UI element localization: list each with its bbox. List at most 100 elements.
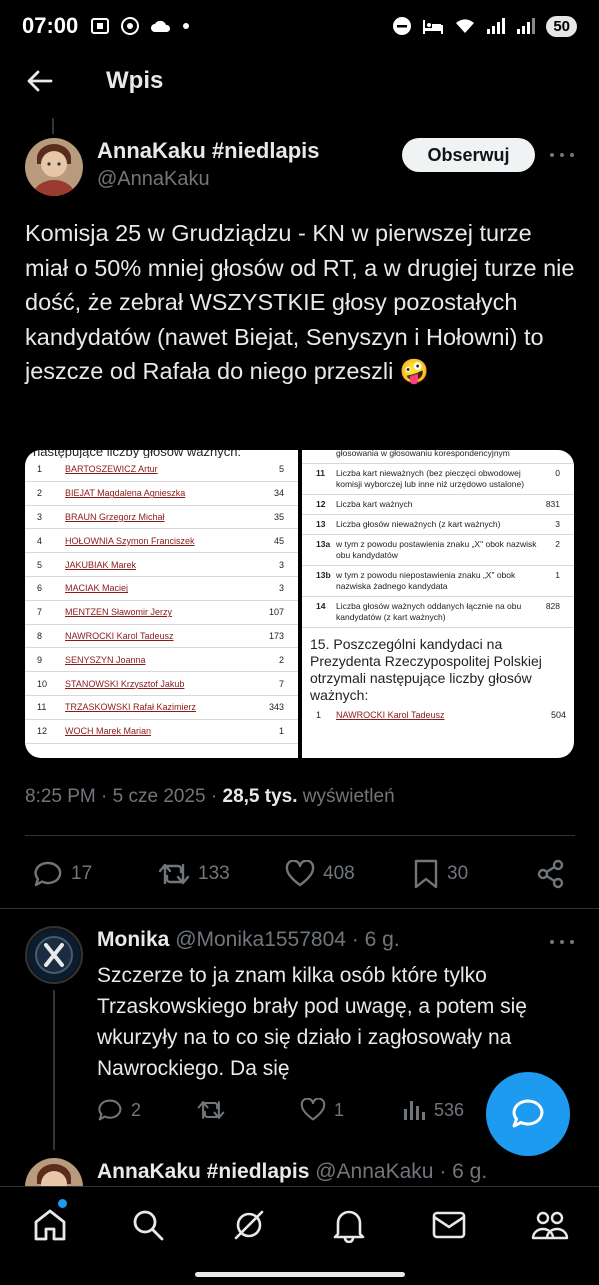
tweet-text: Komisja 25 w Grudziądzu - KN w pierwszej…: [25, 220, 575, 384]
candidate-num: 5: [37, 559, 43, 570]
stat-row: 13b w tym z powodu niepostawienia znaku „…: [302, 566, 574, 597]
stat-val: 1: [555, 570, 560, 580]
reply-more-options-icon[interactable]: [550, 937, 574, 947]
reply-author-handle[interactable]: @Monika1557804: [175, 928, 346, 951]
repost-icon: [197, 1101, 225, 1119]
system-home-indicator[interactable]: [195, 1272, 405, 1277]
repost-count: 133: [198, 863, 230, 884]
candidate-row: 12 WOCH Marek Marian 1: [25, 720, 298, 744]
reply-text: Szczerze to ja znam kilka osób które tyl…: [97, 964, 527, 1080]
divider: [0, 908, 599, 909]
back-button[interactable]: [20, 61, 60, 101]
reply-views-button[interactable]: 536: [402, 1092, 464, 1128]
candidate-num: 10: [37, 678, 48, 689]
cloud-icon: [151, 20, 171, 32]
bell-icon: [333, 1210, 365, 1243]
battery-badge: 50: [546, 15, 577, 37]
candidate-votes: 7: [278, 678, 284, 689]
candidate-name: BRAUN Grzegorz Michał: [65, 511, 165, 522]
home-icon: [34, 1209, 66, 1241]
next-reply-author-name[interactable]: AnnaKaku #niedlapis: [97, 1160, 309, 1183]
nav-grok[interactable]: [229, 1205, 269, 1245]
top-bar: Wpis: [0, 52, 599, 110]
share-button[interactable]: [537, 854, 565, 894]
candidate-name: MACIAK Maciej: [65, 583, 129, 594]
reply-reply-button[interactable]: 2: [97, 1092, 141, 1128]
nav-notifications[interactable]: [329, 1205, 369, 1245]
candidate-votes: 45: [273, 535, 284, 546]
nav-communities[interactable]: [530, 1205, 570, 1245]
mail-icon: [432, 1211, 466, 1239]
status-time: 07:00: [22, 13, 79, 38]
candidate-name: MENTZEN Sławomir Jerzy: [65, 607, 173, 618]
media-right-top-fragment: głosowania w głosowaniu korespondencyjny…: [336, 450, 510, 458]
heart-icon: [300, 1098, 326, 1121]
candidate-row: 11 TRZASKOWSKI Rafał Kazimierz 343: [25, 696, 298, 720]
like-button[interactable]: 408: [285, 854, 355, 894]
candidate-num: 1: [37, 464, 43, 475]
tweet-time: 8:25 PM: [25, 786, 96, 807]
bookmark-count: 30: [447, 863, 469, 884]
compose-reply-button[interactable]: [486, 1072, 570, 1156]
more-options-icon[interactable]: [550, 150, 574, 160]
author-avatar[interactable]: [25, 138, 83, 196]
candidate-row: 4 HOŁOWNIA Szymon Franciszek 45: [25, 529, 298, 554]
stat-val: 2: [555, 539, 560, 549]
candidate-num: 6: [37, 583, 43, 594]
candidate-votes: 35: [273, 511, 284, 522]
bookmark-icon: [414, 859, 438, 889]
reply-views-count: 536: [434, 1099, 465, 1120]
section-15-heading: 15. Poszczególni kandydaci na Prezydenta…: [310, 636, 542, 703]
search-icon: [133, 1210, 164, 1241]
candidate-row: 8 NAWROCKI Karol Tadeusz 173: [25, 625, 298, 649]
candidate-name: WOCH Marek Marian: [65, 726, 152, 737]
media-image-left[interactable]: następujące liczby głosów ważnych: 1 BART…: [25, 450, 298, 758]
home-notification-dot: [58, 1199, 67, 1208]
tweet-media[interactable]: następujące liczby głosów ważnych: 1 BART…: [25, 450, 574, 758]
views-label: wyświetleń: [302, 786, 395, 807]
candidate-name: BARTOSZEWICZ Artur: [65, 464, 158, 475]
dnd-icon: [393, 17, 412, 35]
candidate-name: HOŁOWNIA Szymon Franciszek: [65, 535, 195, 546]
nav-messages[interactable]: [429, 1205, 469, 1245]
nav-search[interactable]: [128, 1205, 168, 1245]
stat-row: 11 Liczba kart nieważnych (bez pieczęci o…: [302, 464, 574, 495]
reply-repost-button[interactable]: [197, 1092, 225, 1128]
candidate-num: 8: [37, 630, 43, 641]
candidate-name: TRZASKOWSKI Rafał Kazimierz: [65, 702, 197, 713]
stat-key: 13a: [316, 539, 331, 549]
stat-key: 13: [316, 519, 326, 529]
follow-button[interactable]: Obserwuj: [402, 138, 535, 172]
author-name[interactable]: AnnaKaku #niedlapis: [97, 138, 320, 164]
views-icon: [404, 1101, 425, 1120]
reply-button[interactable]: 17: [33, 854, 92, 894]
tweet-date: 5 cze 2025: [112, 786, 206, 807]
author-block: AnnaKaku #niedlapis @AnnaKaku: [97, 138, 320, 191]
reply-avatar[interactable]: [25, 926, 83, 984]
reply-bubble-icon: [512, 1099, 544, 1128]
repost-button[interactable]: 133: [158, 854, 230, 894]
stat-key: 13b: [316, 570, 331, 580]
candidate-name: BIEJAT Magdalena Agnieszka: [65, 488, 186, 499]
reply-author-name[interactable]: Monika: [97, 928, 169, 951]
bookmark-button[interactable]: 30: [413, 854, 468, 894]
stat-key: 12: [316, 499, 326, 509]
candidate-row: 6 MACIAK Maciej 3: [25, 577, 298, 601]
candidate-row: 5 JAKUBIAK Marek 3: [25, 553, 298, 577]
signal-icon-2: [517, 18, 536, 34]
reply-icon: [98, 1099, 122, 1121]
reply-like-button[interactable]: 1: [300, 1092, 344, 1128]
nav-home[interactable]: [30, 1205, 70, 1245]
candidate-name: NAWROCKI Karol Tadeusz: [65, 630, 174, 641]
candidate-row: 2 BIEJAT Magdalena Agnieszka 34: [25, 482, 298, 506]
thread-connector: [52, 118, 54, 134]
stat-desc: Liczba kart ważnych: [336, 499, 413, 509]
wifi-icon: [456, 19, 475, 33]
media-image-right[interactable]: głosowania w głosowaniu korespondencyjny…: [302, 450, 574, 758]
author-handle[interactable]: @AnnaKaku: [97, 168, 320, 191]
next-reply-author-handle[interactable]: @AnnaKaku: [315, 1160, 433, 1183]
page-title: Wpis: [106, 67, 164, 94]
candidate-votes: 343: [268, 702, 284, 713]
stat-val: 828: [545, 601, 560, 611]
chrome-icon: [121, 17, 140, 35]
